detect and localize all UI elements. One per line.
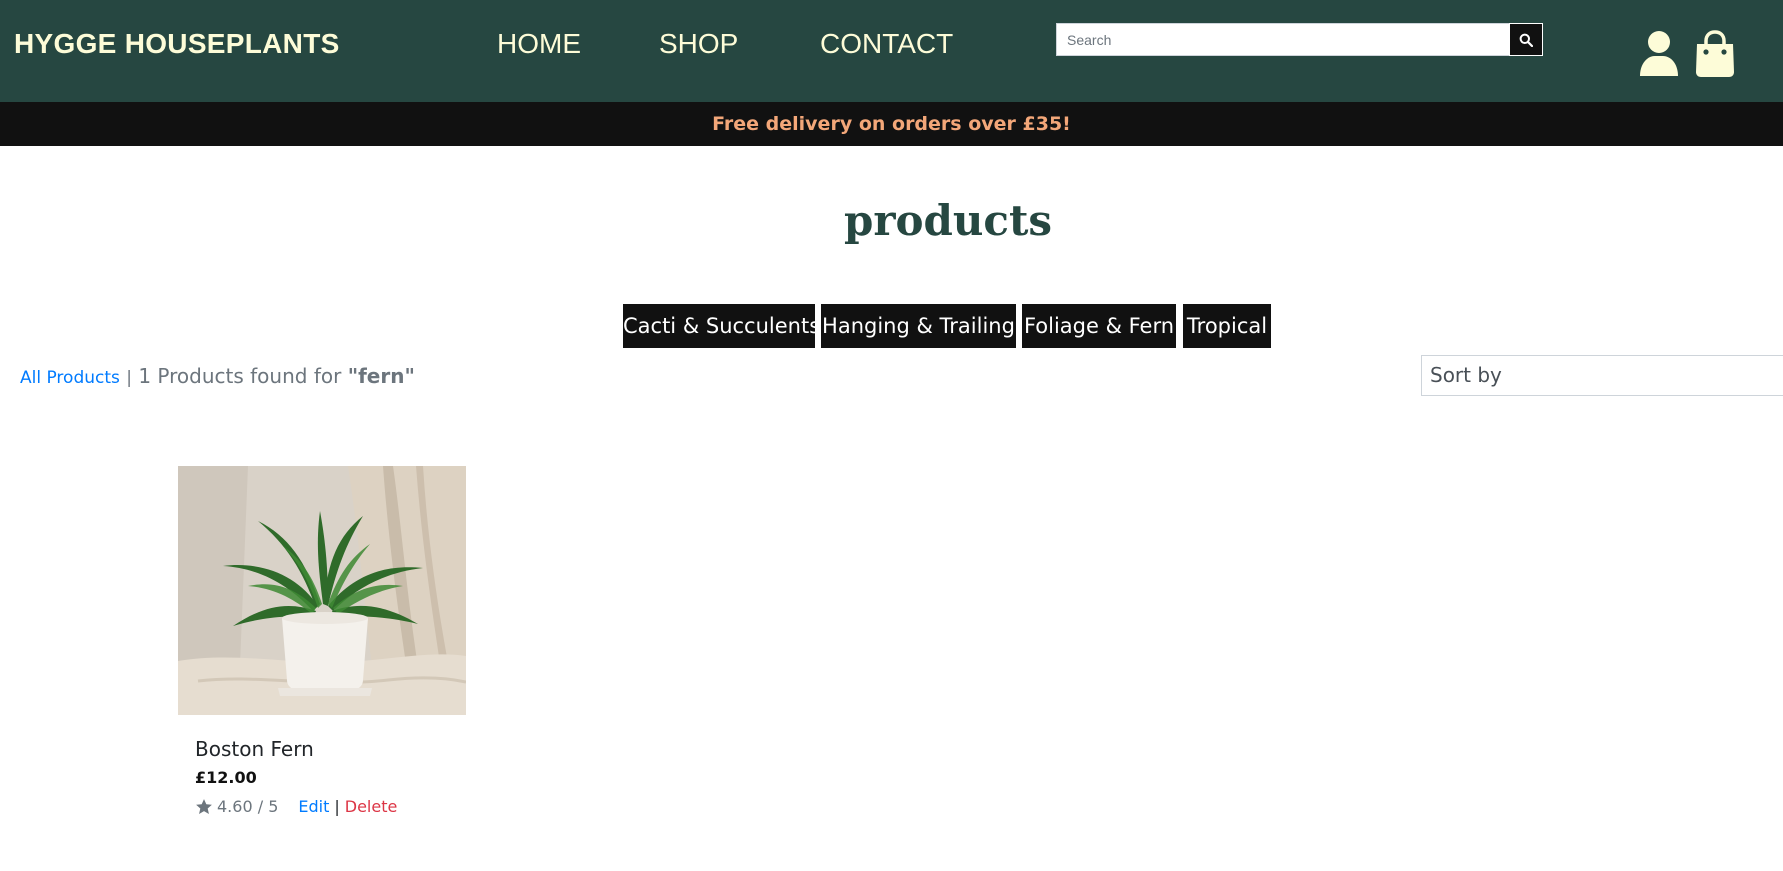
delete-product-link[interactable]: Delete (345, 797, 398, 816)
results-summary: All Products | 1 Products found for "fer… (20, 364, 415, 388)
nav-home[interactable]: HOME (497, 28, 581, 60)
brand-logo-link[interactable]: HYGGE HOUSEPLANTS (14, 28, 340, 60)
nav-shop[interactable]: SHOP (659, 28, 738, 60)
product-card: Boston Fern £12.00 4.60 / 5 Edit | Delet… (178, 466, 466, 816)
category-hanging-trailing[interactable]: Hanging & Trailing (821, 304, 1016, 348)
search-form (1056, 23, 1543, 56)
shopping-bag-icon[interactable] (1694, 30, 1736, 78)
search-term: "fern" (347, 364, 415, 388)
page-title: products (843, 196, 1053, 245)
results-count: 1 Products found for (138, 364, 342, 388)
category-foliage-fern[interactable]: Foliage & Fern (1022, 304, 1176, 348)
nav-contact[interactable]: CONTACT (820, 28, 953, 60)
action-separator: | (334, 797, 340, 816)
all-products-link[interactable]: All Products (20, 368, 120, 388)
sort-select[interactable]: Sort by (1421, 355, 1783, 396)
sort-selected-value: Sort by (1430, 363, 1502, 387)
search-button[interactable] (1509, 23, 1543, 56)
category-tropical[interactable]: Tropical (1183, 304, 1271, 348)
product-price: £12.00 (195, 768, 257, 787)
product-image[interactable] (178, 466, 466, 715)
product-rating: 4.60 / 5 (217, 797, 279, 816)
product-name[interactable]: Boston Fern (195, 737, 314, 761)
search-input[interactable] (1057, 24, 1509, 55)
category-cacti-succulents[interactable]: Cacti & Succulents (623, 304, 820, 348)
results-separator: | (126, 368, 132, 388)
delivery-banner-text: Free delivery on orders over £35! (712, 113, 1071, 135)
user-icon[interactable] (1638, 30, 1680, 76)
edit-product-link[interactable]: Edit (298, 797, 329, 816)
star-icon (196, 798, 212, 814)
delivery-banner: Free delivery on orders over £35! (0, 102, 1783, 146)
search-icon (1519, 33, 1533, 47)
site-header: HYGGE HOUSEPLANTS HOME SHOP CONTACT (0, 0, 1783, 102)
product-meta-row: 4.60 / 5 Edit | Delete (195, 797, 397, 816)
